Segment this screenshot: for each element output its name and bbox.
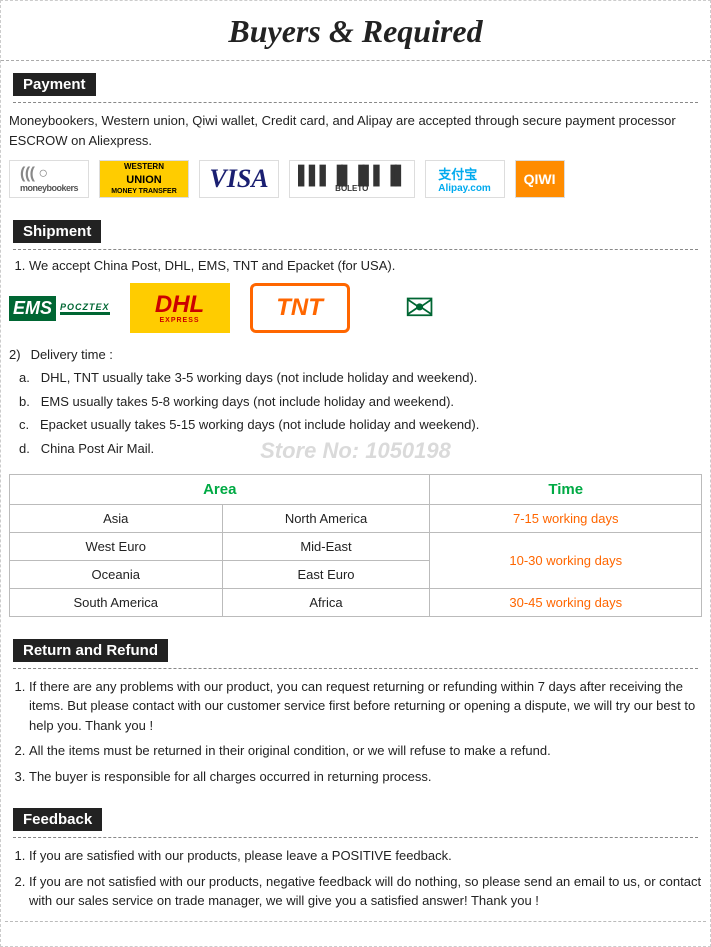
payment-section: Payment Moneybookers, Western union, Qiw… xyxy=(1,61,710,198)
row4-area1: South America xyxy=(10,588,223,616)
row2-area1: West Euro xyxy=(10,532,223,560)
page-wrapper: Buyers & Required Payment Moneybookers, … xyxy=(0,0,711,947)
row3-area1: Oceania xyxy=(10,560,223,588)
alipay-logo: 支付宝 Alipay.com xyxy=(425,160,505,198)
mb-text: moneybookers xyxy=(20,183,78,193)
feedback-item-2: If you are not satisfied with our produc… xyxy=(29,872,702,911)
shipment-accept-item: We accept China Post, DHL, EMS, TNT and … xyxy=(29,258,702,273)
delivery-header: Delivery time : xyxy=(31,343,113,366)
table-row: Asia North America 7-15 working days xyxy=(10,504,702,532)
row1-area2: North America xyxy=(222,504,430,532)
feedback-list: If you are satisfied with our products, … xyxy=(29,846,702,911)
row4-area2: Africa xyxy=(222,588,430,616)
table-row: West Euro Mid-East 10-30 working days xyxy=(10,532,702,560)
return-item-1: If there are any problems with our produ… xyxy=(29,677,702,736)
table-time-header: Time xyxy=(430,474,702,504)
alipay-text: Alipay.com xyxy=(438,183,491,194)
payment-divider xyxy=(13,102,698,103)
delivery-item-c: c. Epacket usually takes 5-15 working da… xyxy=(19,413,702,436)
feedback-section: Feedback If you are satisfied with our p… xyxy=(1,796,710,911)
dhl-express-text: EXPRESS xyxy=(159,317,199,324)
return-item-2: All the items must be returned in their … xyxy=(29,741,702,761)
visa-logo: VISA xyxy=(199,160,279,198)
row2-area2: Mid-East xyxy=(222,532,430,560)
row1-time: 7-15 working days xyxy=(430,504,702,532)
delivery-item-a: a. DHL, TNT usually take 3-5 working day… xyxy=(19,366,702,389)
delivery-b-text: EMS usually takes 5-8 working days (not … xyxy=(41,394,454,409)
western-union-logo: WESTERN UNION MONEY TRANSFER xyxy=(99,160,189,198)
table-row: South America Africa 30-45 working days xyxy=(10,588,702,616)
feedback-divider xyxy=(13,837,698,838)
dhl-logo: DHL EXPRESS xyxy=(130,283,230,333)
boleto-text: BOLETO xyxy=(335,184,368,193)
page-title: Buyers & Required xyxy=(1,1,710,61)
china-post-icon: ✉ xyxy=(404,287,434,329)
tnt-text: TNT xyxy=(276,294,323,322)
alipay-logo-symbol: 支付宝 xyxy=(438,164,491,183)
return-item-3: The buyer is responsible for all charges… xyxy=(29,767,702,787)
china-post-logo: ✉ xyxy=(370,283,470,333)
delivery-item-b: b. EMS usually takes 5-8 working days (n… xyxy=(19,390,702,413)
qiwi-text: QIWI xyxy=(524,171,556,187)
payment-label: Payment xyxy=(13,73,96,96)
boleto-barcode-icon: ▌▌▌▐▌▐▌▌▐▌ xyxy=(298,166,406,184)
feedback-label: Feedback xyxy=(13,808,102,831)
return-label: Return and Refund xyxy=(13,639,168,662)
delivery-c-text: Epacket usually takes 5-15 working days … xyxy=(40,417,479,432)
shipment-section: Shipment We accept China Post, DHL, EMS,… xyxy=(1,208,710,617)
return-list: If there are any problems with our produ… xyxy=(29,677,702,787)
feedback-item-1: If you are satisfied with our products, … xyxy=(29,846,702,866)
visa-text: VISA xyxy=(209,164,268,194)
delivery-info: 2) Delivery time : a. DHL, TNT usually t… xyxy=(9,343,702,460)
wu-bottom-text: MONEY TRANSFER xyxy=(111,187,177,196)
boleto-logo: ▌▌▌▐▌▐▌▌▐▌ BOLETO xyxy=(289,160,415,198)
ems-text: EMS xyxy=(9,296,56,321)
table-area-header: Area xyxy=(10,474,430,504)
delivery-list-num: 2) xyxy=(9,343,21,366)
row1-area1: Asia xyxy=(10,504,223,532)
wu-top-text: WESTERN xyxy=(111,162,177,172)
shipment-label: Shipment xyxy=(13,220,101,243)
row2-time: 10-30 working days xyxy=(430,532,702,588)
row4-time: 30-45 working days xyxy=(430,588,702,616)
mb-circles-icon: ((( ○ xyxy=(20,165,48,182)
delivery-item-d: d. China Post Air Mail. xyxy=(19,437,702,460)
delivery-d-text: China Post Air Mail. xyxy=(41,441,154,456)
payment-logos: ((( ○ moneybookers WESTERN UNION MONEY T… xyxy=(9,160,702,198)
return-divider xyxy=(13,668,698,669)
qiwi-logo: QIWI xyxy=(515,160,565,198)
shipment-divider xyxy=(13,249,698,250)
ems-bar-icon xyxy=(60,312,110,315)
return-section: Return and Refund If there are any probl… xyxy=(1,627,710,787)
wu-mid-text: UNION xyxy=(111,173,177,187)
bottom-divider xyxy=(5,921,706,922)
dhl-text: DHL xyxy=(155,293,204,317)
shipping-table: Area Time Asia North America 7-15 workin… xyxy=(9,474,702,617)
ems-logo: EMS POCZTEX xyxy=(9,283,110,333)
row3-area2: East Euro xyxy=(222,560,430,588)
carrier-logos: EMS POCZTEX DHL EXPRESS TNT xyxy=(9,283,702,333)
tnt-logo: TNT xyxy=(250,283,350,333)
pocztex-text: POCZTEX xyxy=(60,302,110,312)
moneybookers-logo: ((( ○ moneybookers xyxy=(9,160,89,198)
payment-description: Moneybookers, Western union, Qiwi wallet… xyxy=(9,111,702,150)
delivery-a-text: DHL, TNT usually take 3-5 working days (… xyxy=(41,370,478,385)
shipment-accept-list: We accept China Post, DHL, EMS, TNT and … xyxy=(29,258,702,273)
